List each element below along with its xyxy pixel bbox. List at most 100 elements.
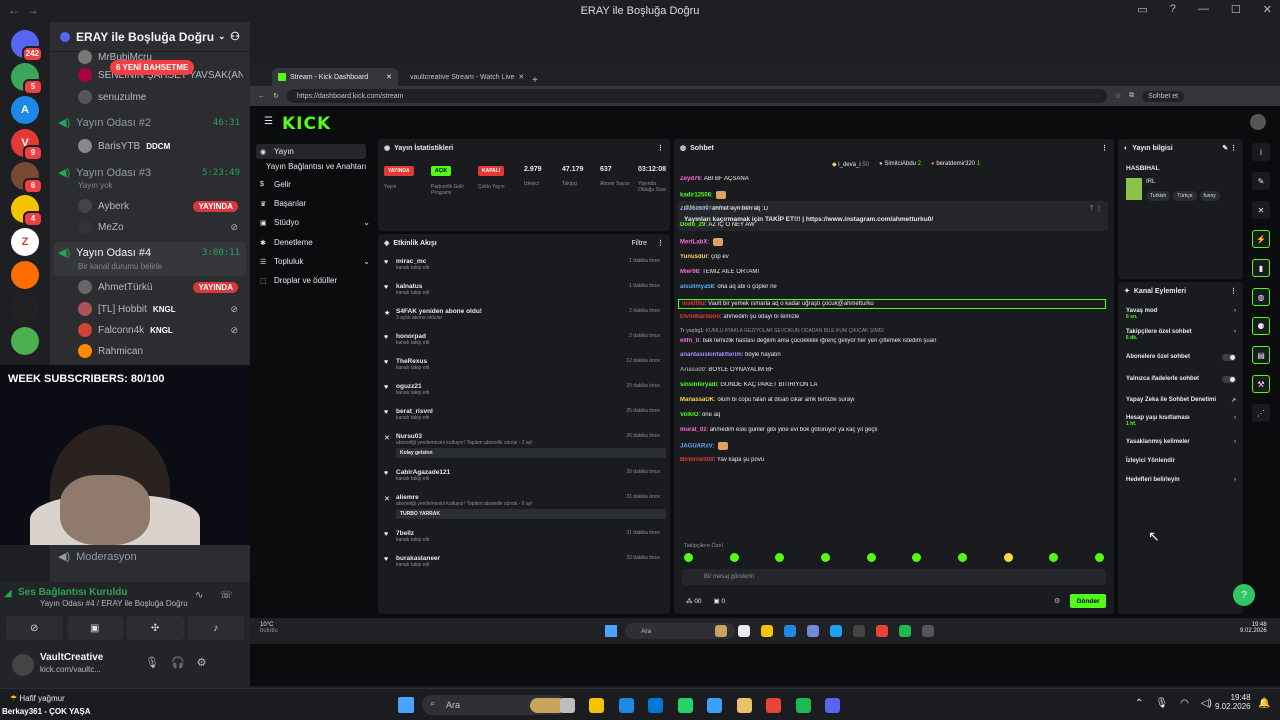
server-icon[interactable] [11, 327, 39, 355]
chat-message[interactable]: Zeyd76: ABİ BF AÇSANA [680, 176, 1100, 182]
send-button[interactable]: Gönder [1070, 594, 1106, 608]
rail-tool-icon[interactable]: ⚡ [1252, 230, 1270, 248]
rail-tool-icon[interactable]: ✎ [1252, 172, 1270, 190]
activity-item[interactable]: ✕ aliemre aboneliği yenilemesini kutluyor!… [384, 494, 666, 519]
nav-item-4[interactable]: ▣ Stüdyo ⌄ [260, 218, 370, 227]
address-bar[interactable]: https://dashboard.kick.com/stream [286, 89, 1107, 103]
chat-copilot-button[interactable]: Sohbet et [1142, 90, 1185, 102]
chat-message[interactable]: kadir12506: [680, 191, 1100, 199]
chat-username[interactable]: JAGUARxV [680, 444, 713, 450]
activities-button[interactable]: ✣ [127, 616, 184, 640]
nav-item-5[interactable]: ✱ Denetleme [260, 238, 370, 247]
voice-user[interactable]: Rahmican [78, 344, 143, 358]
back-icon[interactable]: ← [258, 93, 265, 100]
disconnect-icon[interactable]: ☏ [220, 590, 233, 601]
reload-icon[interactable]: ↻ [273, 92, 279, 100]
toggle-switch[interactable] [1222, 354, 1236, 361]
taskbar-app-icon[interactable] [795, 698, 811, 713]
server-icon[interactable]: 6 [11, 162, 43, 194]
channel-action-item[interactable]: Yapay Zeka ile Sohbet Denetimi ↗ [1126, 397, 1236, 404]
chat-message[interactable]: Zie353539: ahmet ayrı ben aq :D [680, 206, 1100, 212]
chat-message[interactable]: elifn_ti: bak temizlik hastası değilim a… [680, 338, 1100, 344]
chat-username[interactable]: Dodo_29 [680, 222, 705, 228]
channel-action-item[interactable]: Yavaş mod 6 sn. › [1126, 308, 1236, 320]
volume-icon[interactable]: ◁) [1201, 698, 1212, 709]
chat-message[interactable]: sinsinferyadi: GÜNDE KAÇ PAKET BİTİRİYON… [680, 382, 1100, 388]
activity-item[interactable]: ♥ mirac_mc kanalı takip etti 1 dakika önce [384, 258, 666, 271]
rail-tool-icon[interactable]: ✕ [1252, 201, 1270, 219]
voice-user[interactable]: BarisYTB DDCM [78, 139, 170, 153]
help-fab-button[interactable]: ? [1233, 584, 1255, 606]
gear-icon[interactable]: ⚙ [197, 656, 207, 669]
server-header[interactable]: ERAY ile Boşluğa Doğru ⌄ ⚇ [50, 22, 250, 52]
nav-item-2[interactable]: $ Gelir [260, 180, 370, 189]
taskbar-app-icon[interactable] [761, 625, 773, 637]
top-gifter[interactable]: ● SimitciAbdu 2 [879, 161, 921, 168]
emote-icon[interactable] [775, 553, 785, 562]
mic-icon[interactable]: 🎙 [145, 656, 159, 669]
nav-item-6[interactable]: ☰ Topluluk ⌄ [260, 257, 370, 266]
tab-kick-dashboard[interactable]: Stream - Kick Dashboard ✕ [272, 68, 398, 86]
chat-username[interactable]: sinsinferyadi [680, 382, 717, 388]
taskbar-app-icon[interactable] [899, 625, 911, 637]
close-icon[interactable]: ✕ [386, 73, 392, 81]
server-icon[interactable]: Z [11, 228, 39, 256]
taskbar-app-icon[interactable] [876, 625, 888, 637]
activity-item[interactable]: ♥ oguzz21 kanalı takip etti 20 dakika önce [384, 383, 666, 396]
activity-item[interactable]: ♥ TheRexus kanalı takip etti 12 dakika önce [384, 358, 666, 371]
chat-username[interactable]: VolkiO [680, 412, 699, 418]
new-tab-icon[interactable]: + [532, 75, 538, 86]
windows-start-icon[interactable] [605, 625, 617, 637]
filter-button[interactable]: Filtre [631, 240, 647, 247]
nav-item-7[interactable]: ⬚ Droplar ve ödüller [260, 276, 370, 285]
screen-share-button[interactable]: ▣ [66, 616, 123, 640]
server-icon[interactable] [11, 294, 39, 322]
more-icon[interactable]: ⋮ [1230, 287, 1237, 295]
emote-icon[interactable] [912, 553, 922, 562]
chat-username[interactable]: Zie353539 [680, 206, 709, 212]
chat-username[interactable]: elifn_ti [680, 338, 699, 344]
noise-suppression-icon[interactable]: ∿ [195, 590, 203, 601]
server-icon[interactable] [11, 261, 39, 289]
extensions-icon[interactable]: ⧉ [1129, 92, 1134, 100]
chat-message[interactable]: alsullmya58: oha aq abi o çöpler ne [680, 284, 1100, 290]
activity-item[interactable]: ♥ CabirAgazade121 kanalı takip etti 30 daki… [384, 469, 666, 482]
taskbar-app-icon[interactable] [738, 625, 750, 637]
weather-widget[interactable]: 10°C bulutlu [260, 622, 278, 634]
chat-message[interactable]: VolkiO: one aq [680, 412, 1100, 418]
more-icon[interactable]: ⋮ [657, 239, 664, 247]
kick-logo[interactable]: KICK [282, 114, 331, 134]
inbox-icon[interactable]: ▭ [1137, 3, 1147, 16]
emote-icon[interactable] [820, 553, 830, 562]
chat-username[interactable]: ManassaUK [680, 397, 714, 403]
rail-tool-icon[interactable]: i [1252, 143, 1270, 161]
clock[interactable]: 19:48 9.02.2026 [1215, 693, 1251, 711]
chat-username[interactable]: Elvinlbarbboo [680, 314, 720, 320]
chat-input[interactable]: Bir mesaj gönderin [682, 569, 1106, 585]
camera-off-button[interactable]: ⊘ [6, 616, 63, 640]
menu-icon[interactable]: ☰ [264, 116, 273, 127]
voice-user[interactable]: Falconn4k KNGL ⊘ [78, 323, 238, 337]
server-icon[interactable]: V9 [11, 129, 43, 161]
server-icon[interactable]: 242 [11, 30, 43, 62]
activity-item[interactable]: ✕ Nursu03 aboneliği yenilemesini kutluyor!… [384, 433, 666, 458]
channel-action-item[interactable]: Yalnızca ifadelerle sohbet [1126, 376, 1236, 383]
activity-item[interactable]: ♥ berat_risvnl kanalı takip etti 25 dakika … [384, 408, 666, 421]
taskbar-app-icon[interactable] [589, 698, 604, 713]
taskbar-app-icon[interactable] [853, 625, 865, 637]
voice-user[interactable]: MeZo ⊘ [78, 220, 238, 234]
minimize-button[interactable]: — [1198, 3, 1209, 16]
notifications-icon[interactable]: 🔔 [1258, 698, 1270, 709]
voice-channel-yayin-odasi-4[interactable]: ◀) Yayın Odası #4 3:00:11 [58, 246, 244, 260]
chat-username[interactable]: BirbirneS09 [680, 457, 714, 463]
channel-action-item[interactable]: Abonelere özel sohbet [1126, 354, 1236, 361]
taskbar-app-icon[interactable] [922, 625, 934, 637]
chat-message[interactable]: ManassaUK: olum bi copu falan at disari … [680, 397, 1100, 403]
channel-action-item[interactable]: Yasaklanmış kelimeler › [1126, 439, 1236, 445]
more-icon[interactable]: ⋮ [1101, 144, 1108, 152]
taskbar-app-icon[interactable] [618, 698, 634, 713]
rail-tool-icon[interactable]: ◍ [1252, 288, 1270, 306]
voice-channel-yayin-odasi-3[interactable]: ◀) Yayın Odası #3 5:23:49 [58, 166, 244, 180]
close-icon[interactable]: ✕ [518, 73, 524, 81]
chat-message[interactable]: Yunusdur: çöp ev [680, 254, 1100, 260]
